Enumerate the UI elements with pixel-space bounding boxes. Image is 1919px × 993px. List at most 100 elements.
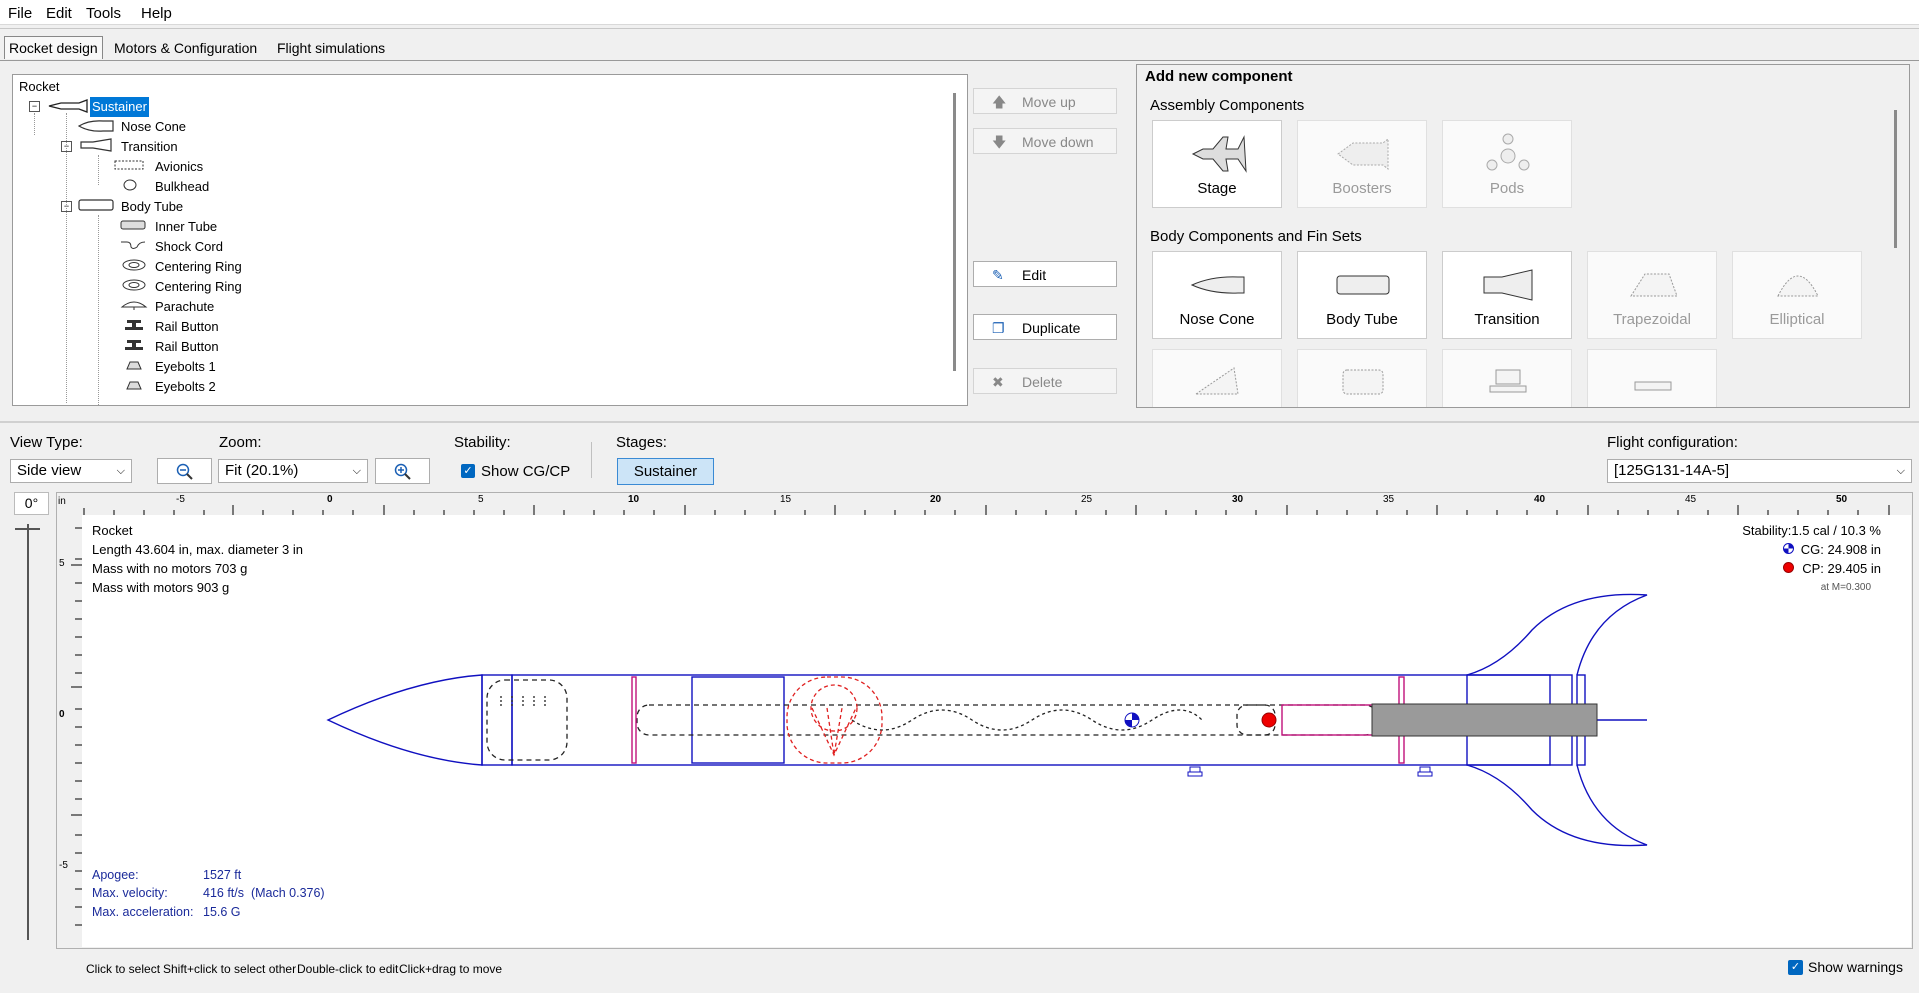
menu-edit[interactable]: Edit	[46, 5, 72, 22]
ruler-label: 0	[59, 709, 65, 720]
ruler-label: 30	[1232, 494, 1244, 505]
cp-value: CP: 29.405 in	[1802, 561, 1881, 576]
freeform-fin-icon	[1194, 367, 1239, 395]
duplicate-button[interactable]: ❐ Duplicate	[973, 314, 1117, 340]
zoom-in-icon	[394, 463, 411, 480]
ruler-label: 15	[780, 494, 792, 505]
chevron-down-icon: ⌵	[116, 465, 125, 477]
tree-scrollbar[interactable]	[953, 93, 956, 371]
ruler-label: 20	[930, 494, 942, 505]
delete-button[interactable]: ✖ Delete	[973, 368, 1117, 394]
pods-button[interactable]: Pods	[1442, 120, 1572, 208]
tube-fin-icon	[1342, 369, 1384, 395]
show-cgcp-checkbox[interactable]: ✓	[461, 464, 475, 478]
add-component-title: Add new component	[1145, 68, 1293, 85]
trapezoidal-fin-icon	[1630, 273, 1678, 297]
zoom-in-button[interactable]	[375, 458, 430, 484]
rail-button-button[interactable]	[1587, 349, 1717, 407]
rail-button-icon	[1634, 381, 1672, 391]
max-velocity-label: Max. velocity:	[92, 886, 168, 900]
cg-value: CG: 24.908 in	[1800, 542, 1881, 557]
show-warnings-checkbox[interactable]: ✓	[1788, 960, 1803, 975]
ruler-label: 10	[628, 494, 640, 505]
zoom-select[interactable]: Fit (20.1%) ⌵	[218, 459, 368, 483]
rocket-length: Length 43.604 in, max. diameter 3 in	[92, 542, 304, 557]
nose-cone-button[interactable]: Nose Cone	[1152, 251, 1282, 339]
menu-help[interactable]: Help	[141, 5, 172, 22]
flight-configuration-select[interactable]: [125G131-14A-5] ⌵	[1607, 459, 1912, 483]
freeform-fin-button[interactable]	[1152, 349, 1282, 407]
boosters-button[interactable]: Boosters	[1297, 120, 1427, 208]
hint-double-click: Double-click to edit	[297, 962, 399, 976]
menu-bar: File Edit Tools Help	[0, 0, 1919, 25]
assembly-components-header: Assembly Components	[1150, 97, 1305, 114]
nose-cone-icon	[1190, 276, 1245, 294]
zoom-out-button[interactable]	[157, 458, 212, 484]
elliptical-fin-button[interactable]: Elliptical	[1732, 251, 1862, 339]
trapezoidal-fin-button[interactable]: Trapezoidal	[1587, 251, 1717, 339]
zoom-label: Zoom:	[219, 434, 262, 451]
stability-label: Stability:	[454, 434, 511, 451]
tab-flight-simulations[interactable]: Flight simulations	[273, 37, 389, 59]
tree-root-rocket: Rocket	[19, 79, 60, 94]
separator	[0, 28, 1919, 29]
component-tree[interactable]: Rocket − Sustainer Nose Cone − Transitio…	[12, 74, 968, 406]
add-component-panel: Add new component Assembly Components St…	[1136, 64, 1910, 408]
max-acceleration-label: Max. acceleration:	[92, 905, 194, 919]
ruler-label: -5	[59, 860, 68, 871]
edit-icon: ✎	[992, 267, 1004, 283]
hint-select: Click to select	[86, 962, 161, 976]
duplicate-icon: ❐	[992, 320, 1005, 336]
hint-shift-click: Shift+click to select other	[163, 962, 297, 976]
apogee-label: Apogee:	[92, 868, 139, 882]
rocket-figure	[326, 593, 1648, 847]
move-up-button[interactable]: 🡅 Move up	[973, 88, 1117, 114]
move-down-button[interactable]: 🡇 Move down	[973, 128, 1117, 154]
transition-button[interactable]: Transition	[1442, 251, 1572, 339]
view-type-select[interactable]: Side view ⌵	[10, 459, 132, 483]
cp-marker-icon	[1783, 562, 1794, 573]
menu-file[interactable]: File	[8, 5, 32, 22]
arrow-down-icon: 🡇	[992, 134, 1007, 150]
collapse-sustainer-icon[interactable]: −	[29, 101, 40, 112]
mass-component-icon	[126, 381, 142, 390]
body-tube-icon	[78, 199, 114, 211]
edit-button[interactable]: ✎ Edit	[973, 261, 1117, 287]
flight-configuration-label: Flight configuration:	[1607, 434, 1738, 451]
stage-button[interactable]: Stage	[1152, 120, 1282, 208]
centering-ring-icon	[122, 259, 146, 271]
rotation-slider[interactable]	[27, 524, 29, 940]
tab-motors-configuration[interactable]: Motors & Configuration	[110, 37, 261, 59]
chevron-down-icon: ⌵	[352, 465, 361, 477]
tube-fin-button[interactable]	[1297, 349, 1427, 407]
component-panel-scrollbar[interactable]	[1894, 110, 1897, 248]
divider	[591, 442, 592, 478]
splitter[interactable]	[0, 421, 1919, 423]
boosters-icon	[1337, 137, 1389, 171]
tab-rocket-design[interactable]: Rocket design	[4, 36, 103, 59]
hint-drag: Click+drag to move	[399, 962, 503, 976]
transition-icon	[1483, 269, 1533, 301]
menu-tools[interactable]: Tools	[86, 5, 121, 22]
launch-lug-button[interactable]	[1442, 349, 1572, 407]
rotation-slider-thumb[interactable]	[15, 528, 40, 530]
ruler-label: -5	[176, 494, 185, 505]
cg-marker-icon	[1783, 543, 1794, 554]
stage-icon	[1191, 135, 1247, 173]
body-tube-button[interactable]: Body Tube	[1297, 251, 1427, 339]
ruler-label: 35	[1383, 494, 1395, 505]
pods-icon	[1486, 133, 1530, 171]
stage-toggle-sustainer[interactable]: Sustainer	[617, 458, 714, 485]
chevron-down-icon: ⌵	[1896, 465, 1905, 477]
rotation-value: 0°	[14, 492, 49, 515]
mass-with-motors: Mass with motors 903 g	[92, 580, 230, 595]
stages-label: Stages:	[616, 434, 667, 451]
apogee-value: 1527 ft	[203, 868, 242, 882]
arrow-up-icon: 🡅	[992, 94, 1007, 110]
rocket-name: Rocket	[92, 523, 133, 538]
max-acceleration-value: 15.6 G	[203, 905, 241, 919]
ruler-label: 25	[1081, 494, 1093, 505]
tab-border	[0, 60, 1919, 61]
show-cgcp-label: Show CG/CP	[481, 463, 571, 480]
ruler-label: 5	[478, 494, 484, 505]
